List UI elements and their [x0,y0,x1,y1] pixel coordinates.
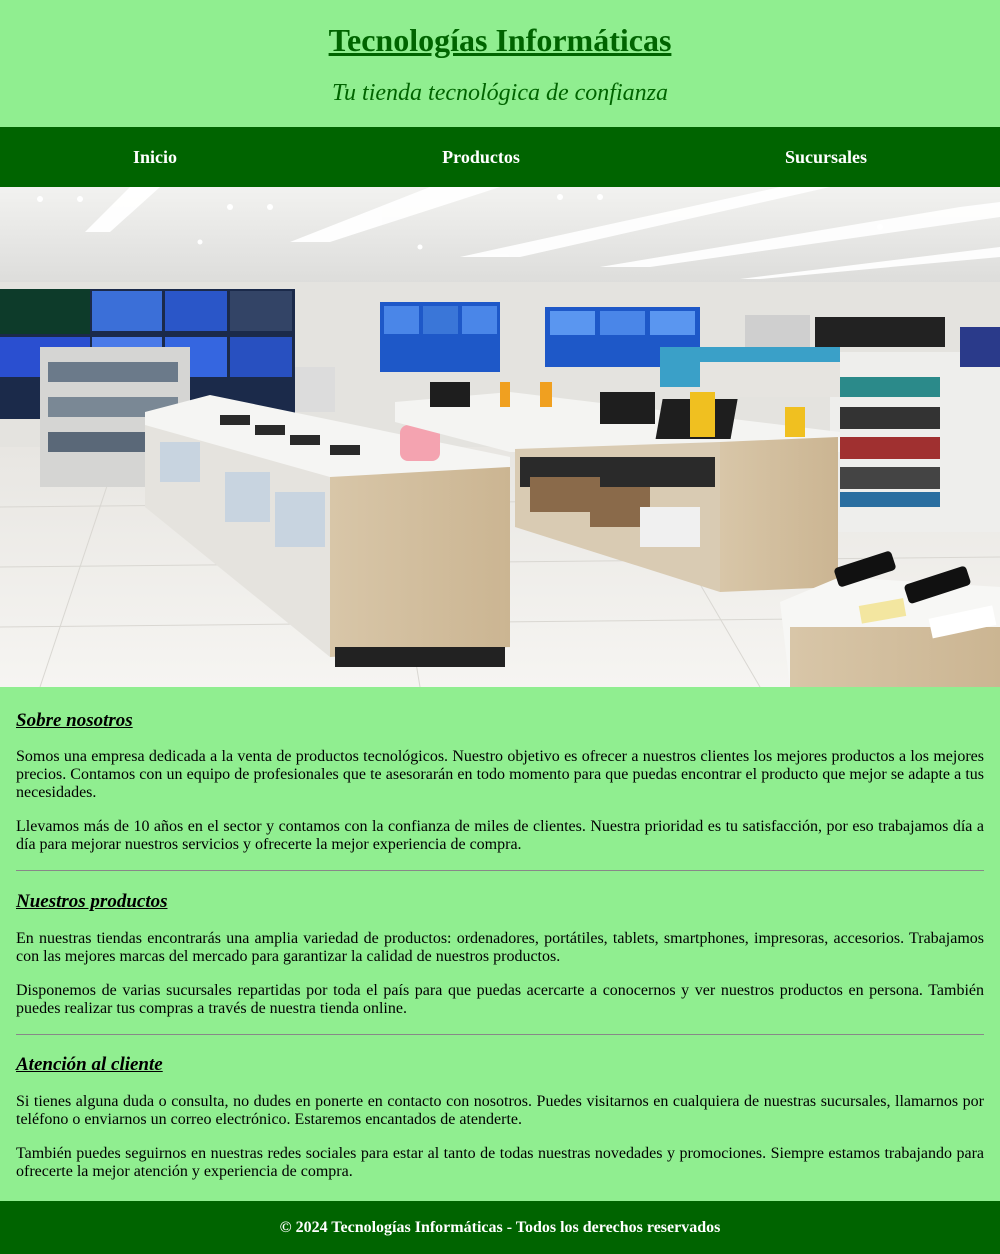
section-sobre-nosotros: Sobre nosotros Somos una empresa dedicad… [16,687,984,854]
nav-link-sucursales[interactable]: Sucursales [785,127,867,187]
paragraph: También puedes seguirnos en nuestras red… [16,1145,984,1180]
site-tagline: Tu tienda tecnológica de confianza [332,80,668,106]
section-atencion-al-cliente: Atención al cliente Si tienes alguna dud… [16,1035,984,1181]
nav-link-productos[interactable]: Productos [442,127,520,187]
nav-link-inicio[interactable]: Inicio [133,127,177,187]
paragraph: Somos una empresa dedicada a la venta de… [16,748,984,801]
section-nuestros-productos: Nuestros productos En nuestras tiendas e… [16,871,984,1018]
site-title: Tecnologías Informáticas [328,22,672,58]
paragraph: Llevamos más de 10 años en el sector y c… [16,818,984,853]
site-footer: © 2024 Tecnologías Informáticas - Todos … [0,1201,1000,1254]
section-heading-sobre-nosotros: Sobre nosotros [16,710,133,731]
main-nav: Inicio Productos Sucursales [0,127,1000,187]
site-header: Tecnologías Informáticas Tu tienda tecno… [0,0,1000,127]
footer-copyright: © 2024 Tecnologías Informáticas - Todos … [279,1219,721,1236]
main-content: Sobre nosotros Somos una empresa dedicad… [0,687,1000,1181]
hero-store-image [0,187,1000,687]
paragraph: Si tienes alguna duda o consulta, no dud… [16,1093,984,1128]
paragraph: Disponemos de varias sucursales repartid… [16,982,984,1017]
paragraph: En nuestras tiendas encontrarás una ampl… [16,930,984,965]
section-heading-atencion-al-cliente: Atención al cliente [16,1054,163,1075]
section-heading-nuestros-productos: Nuestros productos [16,891,168,912]
